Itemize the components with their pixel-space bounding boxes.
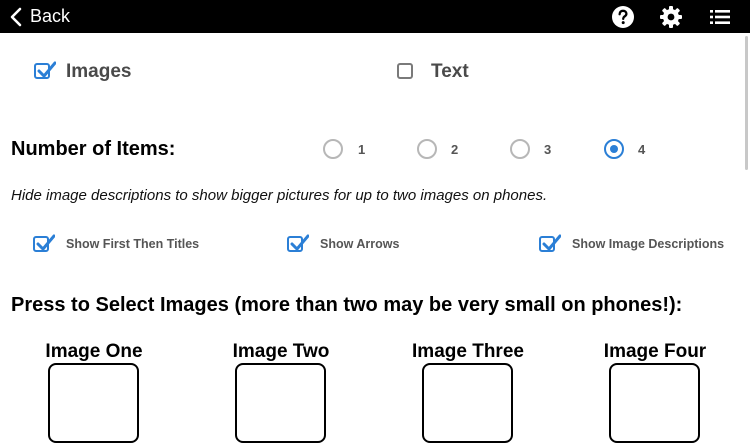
radio-option-3[interactable] [510,139,530,159]
image-three-slot[interactable] [422,363,513,443]
checkmark-icon [290,234,309,251]
show-first-then-titles-checkbox[interactable] [33,234,55,252]
radio-option-4[interactable] [604,139,624,159]
select-images-title: Press to Select Images (more than two ma… [11,294,683,316]
radio-option-1[interactable] [323,139,343,159]
help-icon[interactable] [611,5,635,29]
checkmark-icon [542,234,561,251]
radio-label-4: 4 [638,142,646,157]
radio-label-2: 2 [451,142,459,157]
show-arrows-checkbox[interactable] [287,234,309,252]
image-two-title: Image Two [232,341,330,362]
show-arrows-label: Show Arrows [320,237,400,251]
show-image-descriptions-checkbox[interactable] [539,234,561,252]
show-image-descriptions-label: Show Image Descriptions [572,237,725,251]
scrollbar[interactable] [745,36,748,170]
radio-label-1: 1 [358,142,366,157]
chevron-left-icon [10,7,22,26]
show-first-then-titles-label: Show First Then Titles [66,237,200,251]
gear-icon[interactable] [659,5,683,29]
text-checkbox[interactable] [397,63,413,79]
image-three-title: Image Three [412,341,524,362]
images-checkbox[interactable] [34,61,56,79]
images-label: Images [66,61,132,82]
image-four-slot[interactable] [609,363,700,443]
back-label: Back [30,6,71,26]
radio-label-3: 3 [544,142,552,157]
back-button[interactable]: Back [10,4,70,29]
hint-text: Hide image descriptions to show bigger p… [11,187,548,204]
checkmark-icon [37,61,56,78]
image-one-slot[interactable] [48,363,139,443]
image-two-slot[interactable] [235,363,326,443]
checkmark-icon [36,234,55,251]
image-one-title: Image One [45,341,143,362]
image-four-title: Image Four [603,341,707,362]
top-bar: Back [0,0,750,33]
text-label: Text [431,61,469,82]
number-of-items-title: Number of Items: [11,138,176,160]
radio-option-2[interactable] [417,139,437,159]
list-icon[interactable] [708,5,732,29]
